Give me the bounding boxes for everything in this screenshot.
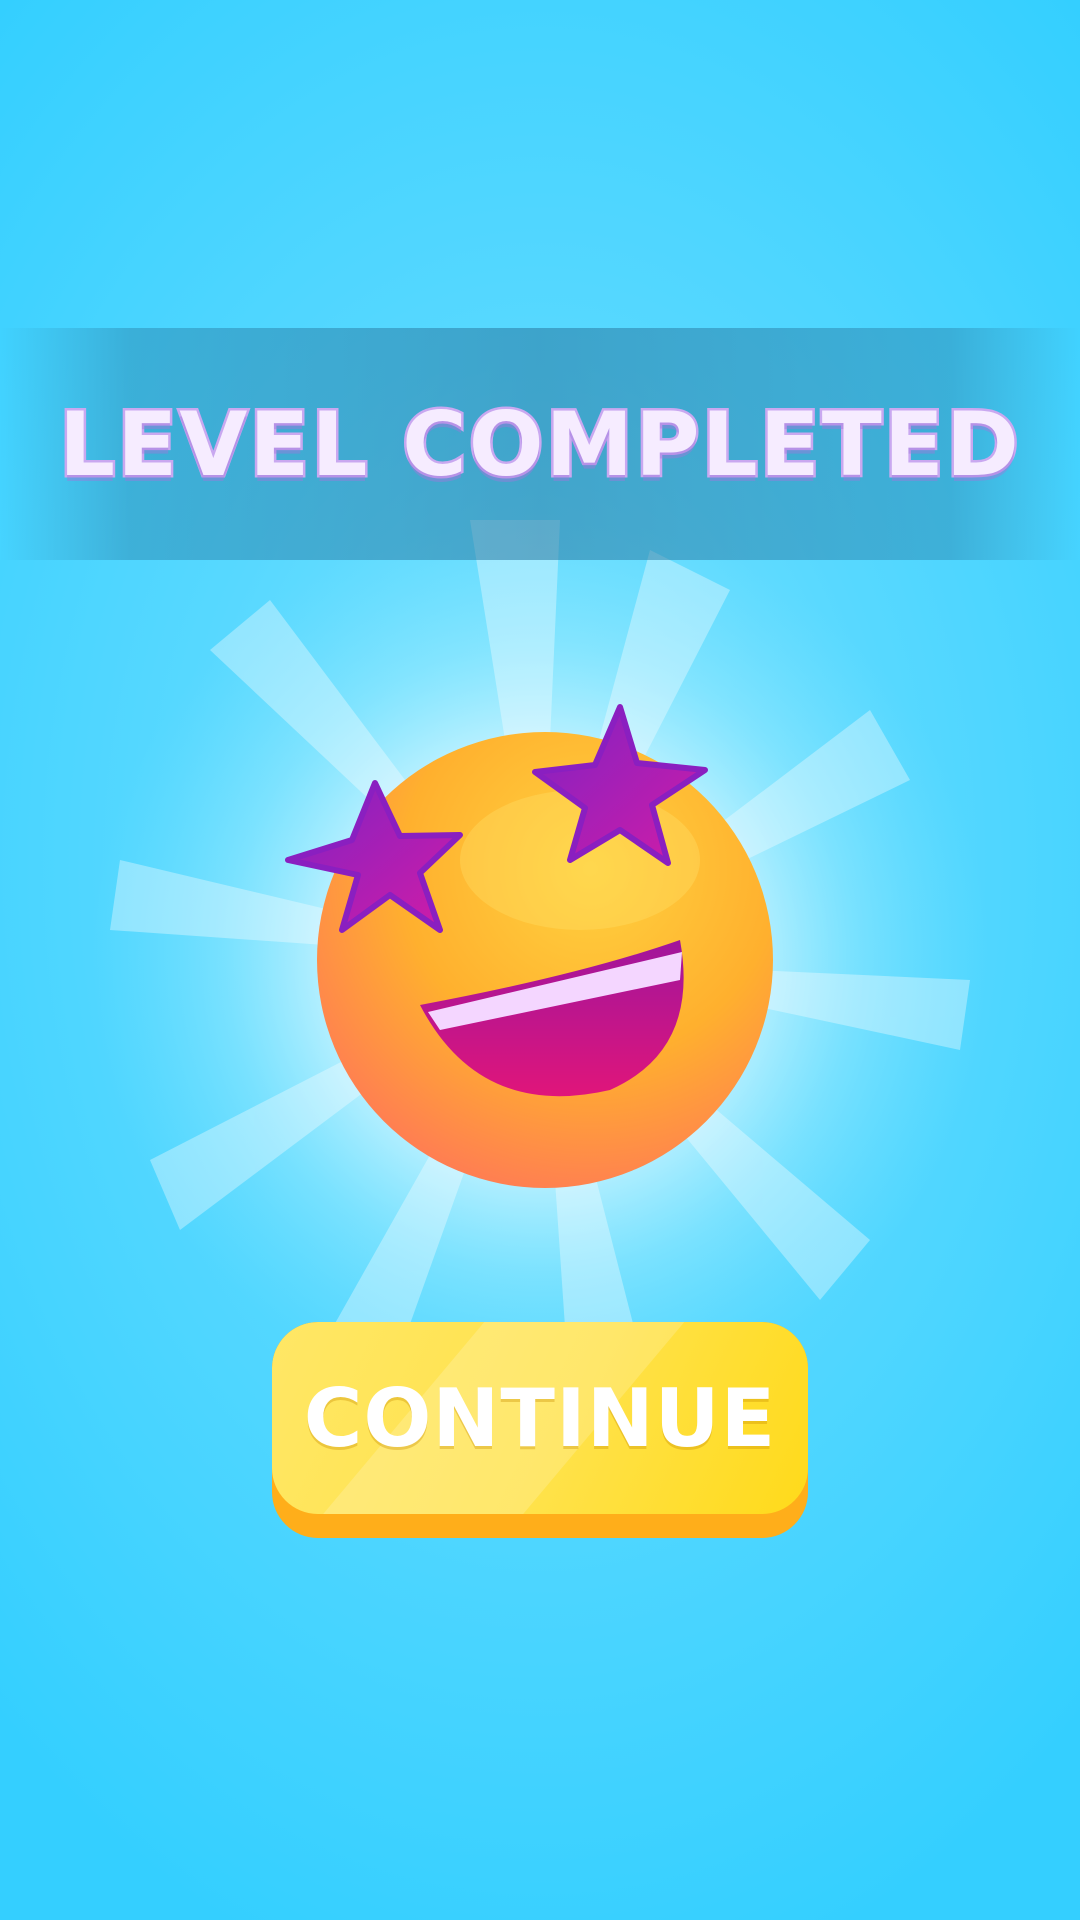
star-struck-emoji-icon [285,704,773,1188]
title-banner: LEVEL COMPLETED [0,328,1080,560]
level-complete-screen: LEVEL COMPLETED CONTINUE [0,0,1080,1920]
page-title: LEVEL COMPLETED [57,390,1022,498]
continue-button[interactable]: CONTINUE [272,1322,808,1538]
continue-button-label[interactable]: CONTINUE [272,1322,808,1514]
